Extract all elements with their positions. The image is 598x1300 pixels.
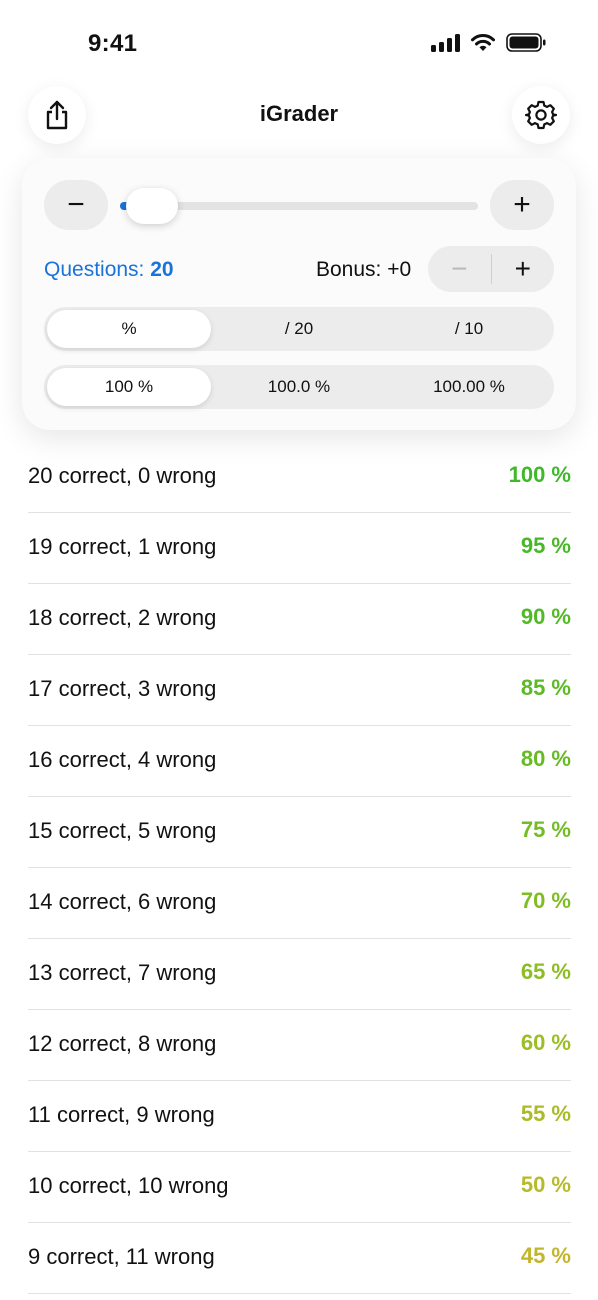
- bonus-stepper[interactable]: − +: [428, 246, 554, 292]
- list-item[interactable]: 18 correct, 2 wrong 90 %: [28, 584, 571, 655]
- list-item[interactable]: 14 correct, 6 wrong 70 %: [28, 868, 571, 939]
- slider-thumb[interactable]: [126, 188, 179, 224]
- format-option-out-of-10[interactable]: / 10: [387, 310, 551, 348]
- gear-icon: [525, 100, 557, 130]
- wifi-icon: [471, 34, 495, 51]
- list-item[interactable]: 9 correct, 11 wrong 45 %: [28, 1223, 571, 1294]
- precision-segmented-control[interactable]: 100 % 100.0 % 100.00 %: [44, 365, 554, 409]
- list-item[interactable]: 16 correct, 4 wrong 80 %: [28, 726, 571, 797]
- list-item[interactable]: 19 correct, 1 wrong 95 %: [28, 513, 571, 584]
- row-label: 18 correct, 2 wrong: [28, 605, 217, 630]
- row-percentage: 65 %: [520, 959, 571, 984]
- row-percentage: 60 %: [520, 1030, 571, 1055]
- decrease-questions-button[interactable]: −: [44, 180, 108, 230]
- battery-icon: [506, 33, 546, 52]
- row-percentage: 45 %: [520, 1243, 571, 1268]
- row-percentage: 95 %: [520, 533, 571, 558]
- format-option-percent[interactable]: %: [47, 310, 211, 348]
- precision-option-0[interactable]: 100 %: [47, 368, 211, 406]
- precision-option-1[interactable]: 100.0 %: [217, 368, 381, 406]
- signal-icon: [431, 33, 460, 52]
- row-percentage: 80 %: [520, 746, 571, 771]
- row-percentage: 90 %: [520, 604, 571, 629]
- grade-list: 20 correct, 0 wrong 100 % 19 correct, 1 w…: [28, 442, 571, 1294]
- row-label: 9 correct, 11 wrong: [28, 1244, 215, 1269]
- status-icons: [431, 33, 546, 52]
- row-label: 13 correct, 7 wrong: [28, 960, 217, 985]
- row-label: 16 correct, 4 wrong: [28, 747, 217, 772]
- format-option-out-of-20[interactable]: / 20: [217, 310, 381, 348]
- list-item[interactable]: 15 correct, 5 wrong 75 %: [28, 797, 571, 868]
- list-item[interactable]: 10 correct, 10 wrong 50 %: [28, 1152, 571, 1223]
- row-percentage: 55 %: [520, 1101, 571, 1126]
- row-label: 17 correct, 3 wrong: [28, 676, 217, 701]
- row-label: 10 correct, 10 wrong: [28, 1173, 229, 1198]
- row-label: 20 correct, 0 wrong: [28, 463, 217, 488]
- list-item[interactable]: 12 correct, 8 wrong 60 %: [28, 1010, 571, 1081]
- bonus-minus-button[interactable]: −: [428, 253, 491, 285]
- row-label: 19 correct, 1 wrong: [28, 534, 217, 559]
- list-item[interactable]: 13 correct, 7 wrong 65 %: [28, 939, 571, 1010]
- list-item[interactable]: 17 correct, 3 wrong 85 %: [28, 655, 571, 726]
- row-label: 15 correct, 5 wrong: [28, 818, 217, 843]
- list-item[interactable]: 11 correct, 9 wrong 55 %: [28, 1081, 571, 1152]
- grading-controls-card: − + Questions: 20 Bonus: +0 − + % / 20 /…: [22, 158, 576, 430]
- format-segmented-control[interactable]: % / 20 / 10: [44, 307, 554, 351]
- settings-button[interactable]: [512, 86, 570, 144]
- status-time: 9:41: [88, 30, 138, 57]
- increase-questions-button[interactable]: +: [490, 180, 554, 230]
- row-label: 11 correct, 9 wrong: [28, 1102, 215, 1127]
- page-title: iGrader: [259, 101, 339, 126]
- row-percentage: 70 %: [520, 888, 571, 913]
- app-screen: 9:41 iGrader − + Questions: 20 Bonus: +0…: [0, 0, 598, 1300]
- questions-count: Questions: 20: [44, 258, 174, 282]
- row-percentage: 50 %: [520, 1172, 571, 1197]
- questions-label: Questions:: [44, 258, 145, 281]
- questions-slider[interactable]: [120, 188, 478, 224]
- questions-value: 20: [150, 258, 174, 281]
- row-percentage: 85 %: [520, 675, 571, 700]
- row-label: 12 correct, 8 wrong: [28, 1031, 217, 1056]
- row-label: 14 correct, 6 wrong: [28, 889, 217, 914]
- status-bar: 9:41: [0, 0, 598, 80]
- bonus-plus-button[interactable]: +: [492, 253, 555, 285]
- bonus-label: Bonus: +0: [316, 258, 412, 281]
- list-item[interactable]: 20 correct, 0 wrong 100 %: [28, 442, 571, 513]
- row-percentage: 75 %: [520, 817, 571, 842]
- precision-option-2[interactable]: 100.00 %: [387, 368, 551, 406]
- row-percentage: 100 %: [508, 462, 571, 487]
